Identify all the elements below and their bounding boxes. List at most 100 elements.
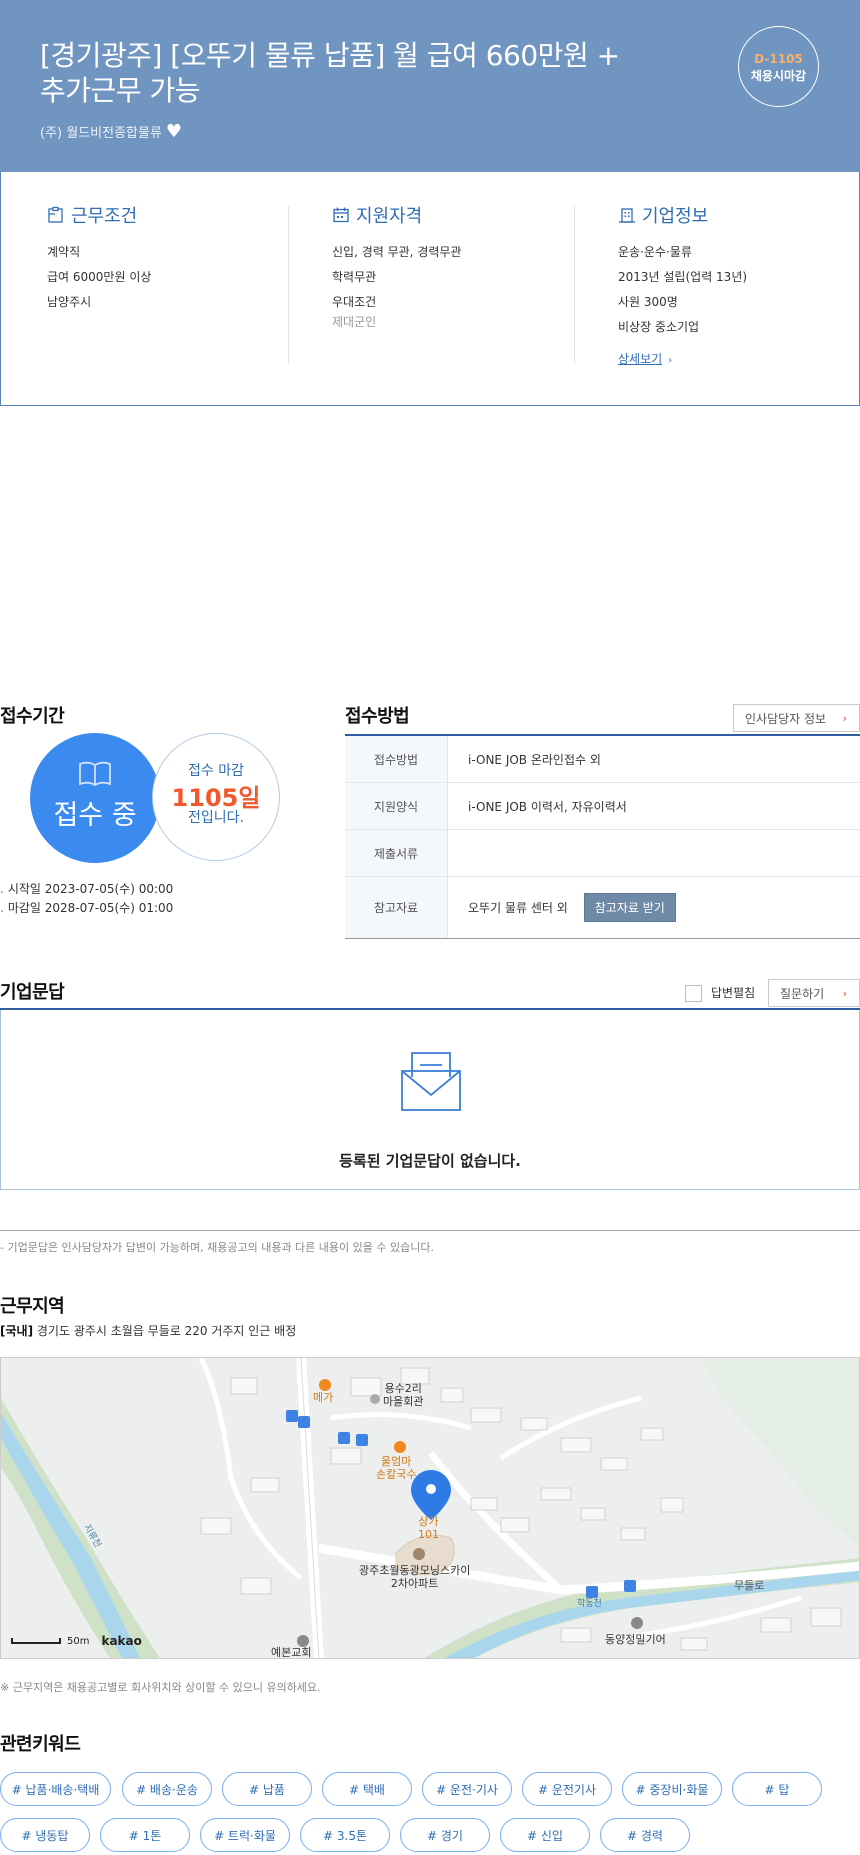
qa-heading: 기업문답: [0, 982, 65, 1003]
map-label: 예본교회: [271, 1646, 312, 1659]
keyword-tag[interactable]: # 경기: [400, 1818, 490, 1852]
reference-text: 오뚜기 물류 센터 외: [468, 901, 568, 915]
location-map[interactable]: 메가 용수2리 마을회관 울엄마 손칼국수 상가 101 광주초월동광모닝스카이 2차아…: [0, 1357, 860, 1659]
chevron-right-icon[interactable]: ›: [843, 712, 847, 725]
company-detail-link[interactable]: 상세보기 ›: [618, 350, 672, 367]
status-circle: 접수 중: [30, 733, 160, 863]
map-label: 상가 101: [418, 1515, 439, 1541]
dday-badge: D-1105 채용시마감: [738, 26, 819, 107]
qa-empty-box: 등록된 기업문답이 없습니다.: [0, 1010, 860, 1190]
reference-download-button[interactable]: 참고자료 받기: [583, 893, 676, 922]
map-label: 광주초월동광모닝스카이 2차아파트: [359, 1564, 470, 1590]
map-label: 학동천: [577, 1599, 602, 1609]
keyword-tag[interactable]: # 트럭·화물: [200, 1818, 290, 1852]
company-info-item: 운송·운수·물류: [618, 245, 692, 259]
status-text: 접수 중: [53, 800, 137, 831]
keyword-tag[interactable]: # 신입: [500, 1818, 590, 1852]
table-header-cell: 접수방법: [345, 736, 448, 782]
scale-bar: [11, 1638, 61, 1644]
map-label-line: 2차아파트: [390, 1577, 439, 1590]
keyword-tag[interactable]: # 납품: [222, 1772, 312, 1806]
table-cell: i-ONE JOB 온라인접수 외: [468, 752, 601, 767]
table-cell: 오뚜기 물류 센터 외 참고자료 받기: [448, 877, 860, 938]
keyword-tag[interactable]: # 냉동탑: [0, 1818, 90, 1852]
clipboard-icon: [48, 206, 63, 223]
map-label: 용수2리 마을회관: [383, 1382, 423, 1408]
map-label-line: 상가: [418, 1515, 439, 1528]
table-row: 제출서류: [345, 830, 860, 877]
book-icon: [79, 761, 111, 787]
company-info-title: 기업정보: [642, 206, 709, 227]
qualification-item: 학력무관: [332, 270, 377, 284]
table-header-cell: 참고자료: [345, 877, 448, 938]
keyword-tag[interactable]: # 배송·운송: [122, 1772, 212, 1806]
job-title-line1: [경기광주] [오뚜기 물류 납품] 월 급여 660만원 +: [40, 39, 620, 72]
hr-info-label[interactable]: 인사담당자 정보: [745, 710, 826, 727]
qualification-item: 신입, 경력 무관, 경력무관: [332, 245, 462, 259]
map-label: 메가: [313, 1391, 334, 1404]
location-heading: 근무지역: [0, 1296, 65, 1317]
divider: [574, 206, 575, 364]
keyword-tag[interactable]: # 1톤: [100, 1818, 190, 1852]
qa-note: - 기업문답은 인사담당자가 답변이 가능하며, 채용공고의 내용과 다른 내용…: [0, 1241, 434, 1254]
table-row: 참고자료 오뚜기 물류 센터 외 참고자료 받기: [345, 877, 860, 938]
chevron-right-icon[interactable]: ›: [843, 987, 847, 1000]
keyword-tag[interactable]: # 운전기사: [522, 1772, 612, 1806]
map-label-line: 마을회관: [383, 1395, 424, 1408]
apply-heading: 접수방법: [345, 706, 410, 727]
qualifications-heading: 지원자격: [332, 202, 461, 228]
work-conditions-title: 근무조건: [71, 206, 138, 227]
keyword-tag[interactable]: # 3.5톤: [300, 1818, 390, 1852]
map-label-line: 용수2리: [384, 1382, 422, 1395]
company-detail-label[interactable]: 상세보기: [618, 352, 662, 366]
table-cell: [448, 830, 860, 876]
keyword-tag[interactable]: # 중장비·화물: [622, 1772, 722, 1806]
map-label-line: 101: [418, 1528, 439, 1541]
hr-info-button[interactable]: 인사담당자 정보 ›: [733, 704, 860, 732]
keyword-tag[interactable]: # 경력: [600, 1818, 690, 1852]
map-logo[interactable]: kakao: [101, 1634, 141, 1648]
job-header: [경기광주] [오뚜기 물류 납품] 월 급여 660만원 + 추가근무 가능 …: [0, 0, 860, 172]
heart-icon[interactable]: ♥: [166, 122, 182, 140]
keyword-tag[interactable]: # 운전·기사: [422, 1772, 512, 1806]
work-conditions: 근무조건 계약직 급여 6000만원 이상 남양주시: [47, 202, 151, 315]
deadline-label: 접수 마감: [188, 763, 244, 779]
company-info-item: 비상장 중소기업: [618, 320, 700, 334]
company-info-item: 사원 300명: [618, 295, 678, 309]
apply-table: 접수방법 i-ONE JOB 온라인접수 외 지원양식 i-ONE JOB 이력…: [345, 734, 860, 939]
deadline-suffix: 전입니다.: [188, 810, 244, 826]
job-title-line2: 추가근무 가능: [40, 74, 200, 107]
condition-item: 급여 6000만원 이상: [47, 270, 152, 284]
ask-question-label[interactable]: 질문하기: [780, 985, 824, 1002]
keyword-tag[interactable]: # 택배: [322, 1772, 412, 1806]
map-scale: 50m kakao: [11, 1634, 142, 1648]
map-label-line: 손칼국수: [376, 1468, 417, 1481]
dday-count: D-1105: [754, 52, 803, 66]
condition-item: 계약직: [47, 245, 81, 259]
building-icon: [619, 208, 635, 223]
deadline-type: 채용시마감: [750, 69, 807, 83]
expand-answers-label[interactable]: 답변펼침: [711, 985, 755, 1002]
keyword-tag[interactable]: # 탑: [732, 1772, 822, 1806]
map-label: 울엄마 손칼국수: [376, 1455, 416, 1481]
location-note: ※ 근무지역은 채용공고별로 회사위치와 상이할 수 있으니 유의하세요.: [0, 1681, 321, 1694]
condition-item: 남양주시: [47, 295, 92, 309]
period-heading: 접수기간: [0, 706, 65, 727]
company-name-text[interactable]: (주) 월드비전종합물류: [40, 122, 162, 141]
job-title: [경기광주] [오뚜기 물류 납품] 월 급여 660만원 + 추가근무 가능: [40, 38, 700, 108]
location-address-text: 경기도 광주시 초월읍 무들로 220 거주지 인근 배정: [36, 1324, 297, 1338]
map-label-line: 울엄마: [381, 1455, 412, 1468]
start-date: 시작일 2023-07-05(수) 00:00: [0, 880, 173, 899]
company-name[interactable]: (주) 월드비전종합물류 ♥: [40, 122, 182, 141]
separator: [0, 1230, 860, 1231]
qualification-item: 우대조건: [332, 295, 377, 309]
map-canvas[interactable]: [1, 1358, 860, 1659]
chevron-right-icon[interactable]: ›: [668, 355, 672, 366]
work-conditions-heading: 근무조건: [47, 202, 151, 228]
ask-question-button[interactable]: 질문하기 ›: [768, 979, 860, 1007]
expand-answers-checkbox[interactable]: [685, 985, 702, 1002]
table-row: 접수방법 i-ONE JOB 온라인접수 외: [345, 736, 860, 783]
period-dates: 시작일 2023-07-05(수) 00:00 마감일 2028-07-05(수…: [0, 880, 173, 918]
company-info: 기업정보 운송·운수·물류 2013년 설립(업력 13년) 사원 300명 비…: [618, 202, 747, 367]
keyword-tag[interactable]: # 납품·배송·택배: [0, 1772, 111, 1806]
